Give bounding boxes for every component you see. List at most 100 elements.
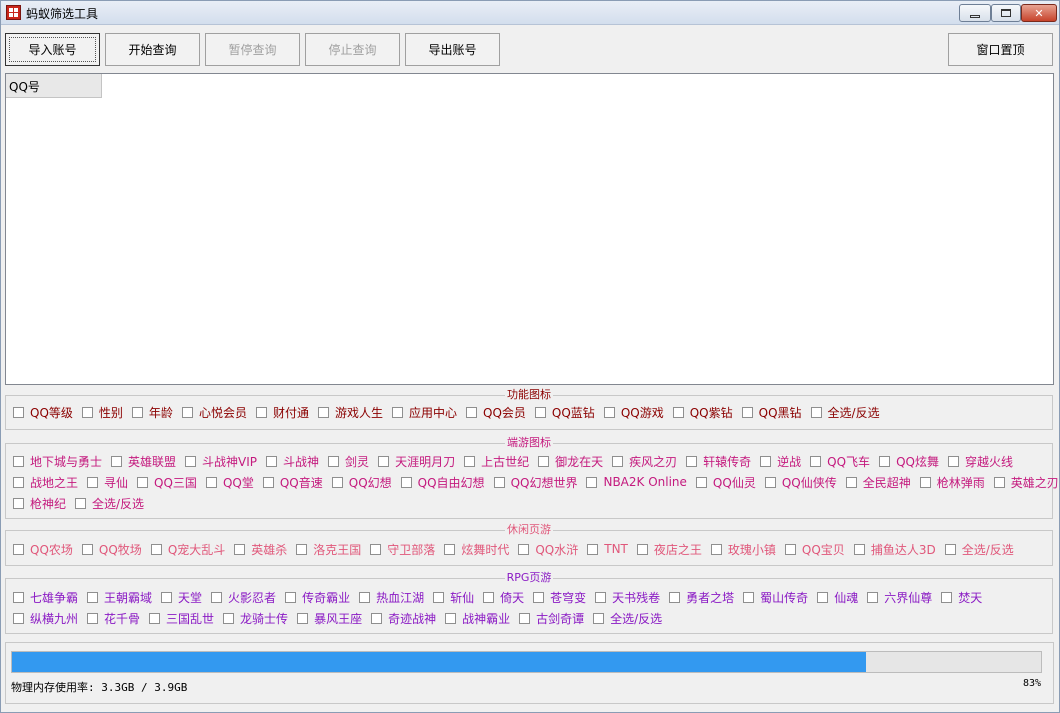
checkbox-box[interactable] [371, 612, 383, 624]
checkbox-box[interactable] [161, 591, 173, 603]
checkbox-box[interactable] [328, 455, 340, 467]
checkbox-client[interactable]: 轩辕传奇 [686, 453, 751, 469]
checkbox-casual[interactable]: TNT [587, 541, 628, 557]
checkbox-casual[interactable]: QQ农场 [13, 541, 73, 557]
checkbox-box[interactable] [13, 543, 24, 555]
checkbox-client[interactable]: 全选/反选 [75, 495, 144, 511]
checkbox-box[interactable] [919, 476, 931, 488]
checkbox-casual[interactable]: QQ牧场 [81, 541, 142, 557]
checkbox-box[interactable] [636, 543, 648, 555]
checkbox-rpg[interactable]: 古剑奇谭 [519, 610, 584, 626]
checkbox-rpg[interactable]: 火影忍者 [211, 589, 276, 605]
checkbox-client[interactable]: 天涯明月刀 [378, 453, 455, 469]
checkbox-box[interactable] [519, 612, 531, 624]
checkbox-box[interactable] [941, 591, 953, 603]
checkbox-casual[interactable]: QQ宝贝 [784, 541, 845, 557]
checkbox-box[interactable] [595, 591, 607, 603]
checkbox-box[interactable] [845, 476, 857, 488]
checkbox-casual[interactable]: 捕鱼达人3D [853, 541, 936, 557]
checkbox-box[interactable] [743, 591, 755, 603]
checkbox-casual[interactable]: Q宠大乱斗 [150, 541, 225, 557]
checkbox-client[interactable]: 英雄之刃 [993, 474, 1059, 490]
checkbox-box[interactable] [87, 612, 99, 624]
checkbox-box[interactable] [784, 543, 796, 555]
pause-query-button[interactable]: 暂停查询 [205, 33, 300, 66]
checkbox-rpg[interactable]: 勇者之塔 [669, 589, 734, 605]
checkbox-box[interactable] [205, 476, 217, 488]
checkbox-client[interactable]: QQ音速 [262, 474, 323, 490]
checkbox-client[interactable]: 枪神纪 [13, 495, 66, 511]
checkbox-box[interactable] [587, 543, 599, 555]
checkbox-client[interactable]: 英雄联盟 [111, 453, 176, 469]
checkbox-client[interactable]: 斗战神 [266, 453, 319, 469]
checkbox-client[interactable]: QQ仙侠传 [764, 474, 837, 490]
checkbox-client[interactable]: 全民超神 [845, 474, 911, 490]
checkbox-func[interactable]: 年龄 [131, 404, 173, 420]
checkbox-box[interactable] [444, 543, 456, 555]
checkbox-func[interactable]: QQ紫钻 [672, 404, 733, 420]
checkbox-client[interactable]: 地下城与勇士 [13, 453, 102, 469]
checkbox-box[interactable] [296, 543, 308, 555]
checkbox-client[interactable]: 剑灵 [328, 453, 369, 469]
checkbox-box[interactable] [13, 591, 24, 603]
checkbox-client[interactable]: 上古世纪 [464, 453, 529, 469]
checkbox-client[interactable]: 斗战神VIP [185, 453, 257, 469]
checkbox-box[interactable] [81, 406, 93, 418]
checkbox-rpg[interactable]: 焚天 [941, 589, 982, 605]
checkbox-box[interactable] [81, 543, 93, 555]
checkbox-client[interactable]: 穿越火线 [947, 453, 1013, 469]
checkbox-box[interactable] [760, 455, 772, 467]
checkbox-casual[interactable]: 守卫部落 [370, 541, 435, 557]
column-header-qq[interactable]: QQ号 [6, 74, 102, 98]
checkbox-casual[interactable]: 英雄杀 [234, 541, 287, 557]
checkbox-box[interactable] [533, 591, 545, 603]
checkbox-box[interactable] [741, 406, 753, 418]
checkbox-box[interactable] [87, 591, 99, 603]
checkbox-box[interactable] [710, 543, 722, 555]
title-bar[interactable]: 蚂蚁筛选工具 ✕ [1, 1, 1059, 25]
checkbox-box[interactable] [534, 406, 546, 418]
checkbox-rpg[interactable]: 三国乱世 [149, 610, 214, 626]
checkbox-client[interactable]: NBA2K Online [586, 474, 687, 490]
checkbox-func[interactable]: 应用中心 [391, 404, 457, 420]
checkbox-box[interactable] [285, 591, 297, 603]
checkbox-box[interactable] [378, 455, 390, 467]
checkbox-casual[interactable]: 夜店之王 [636, 541, 702, 557]
checkbox-box[interactable] [518, 543, 530, 555]
checkbox-box[interactable] [464, 455, 476, 467]
checkbox-box[interactable] [466, 406, 477, 418]
checkbox-box[interactable] [317, 406, 329, 418]
checkbox-rpg[interactable]: 传奇霸业 [285, 589, 350, 605]
checkbox-func[interactable]: QQ会员 [466, 404, 526, 420]
checkbox-box[interactable] [817, 591, 829, 603]
start-query-button[interactable]: 开始查询 [105, 33, 200, 66]
checkbox-casual[interactable]: QQ水浒 [518, 541, 578, 557]
checkbox-box[interactable] [669, 591, 681, 603]
checkbox-box[interactable] [672, 406, 684, 418]
stop-query-button[interactable]: 停止查询 [305, 33, 400, 66]
checkbox-casual[interactable]: 全选/反选 [944, 541, 1014, 557]
checkbox-box[interactable] [944, 543, 956, 555]
checkbox-client[interactable]: QQ幻想 [331, 474, 392, 490]
checkbox-client[interactable]: 寻仙 [87, 474, 128, 490]
checkbox-rpg[interactable]: 花千骨 [87, 610, 140, 626]
checkbox-box[interactable] [75, 497, 87, 509]
pin-window-button[interactable]: 窗口置顶 [948, 33, 1053, 66]
checkbox-box[interactable] [483, 591, 495, 603]
checkbox-box[interactable] [612, 455, 624, 467]
checkbox-box[interactable] [181, 406, 193, 418]
checkbox-box[interactable] [185, 455, 197, 467]
checkbox-client[interactable]: 逆战 [760, 453, 801, 469]
checkbox-box[interactable] [111, 455, 123, 467]
checkbox-box[interactable] [13, 497, 24, 509]
checkbox-box[interactable] [879, 455, 891, 467]
checkbox-rpg[interactable]: 七雄争霸 [13, 589, 78, 605]
checkbox-rpg[interactable]: 纵横九州 [13, 610, 78, 626]
checkbox-box[interactable] [131, 406, 143, 418]
maximize-button[interactable] [991, 4, 1021, 22]
checkbox-rpg[interactable]: 仙魂 [817, 589, 858, 605]
checkbox-rpg[interactable]: 王朝霸域 [87, 589, 152, 605]
checkbox-box[interactable] [400, 476, 412, 488]
checkbox-box[interactable] [13, 612, 24, 624]
checkbox-client[interactable]: 枪林弹雨 [919, 474, 985, 490]
